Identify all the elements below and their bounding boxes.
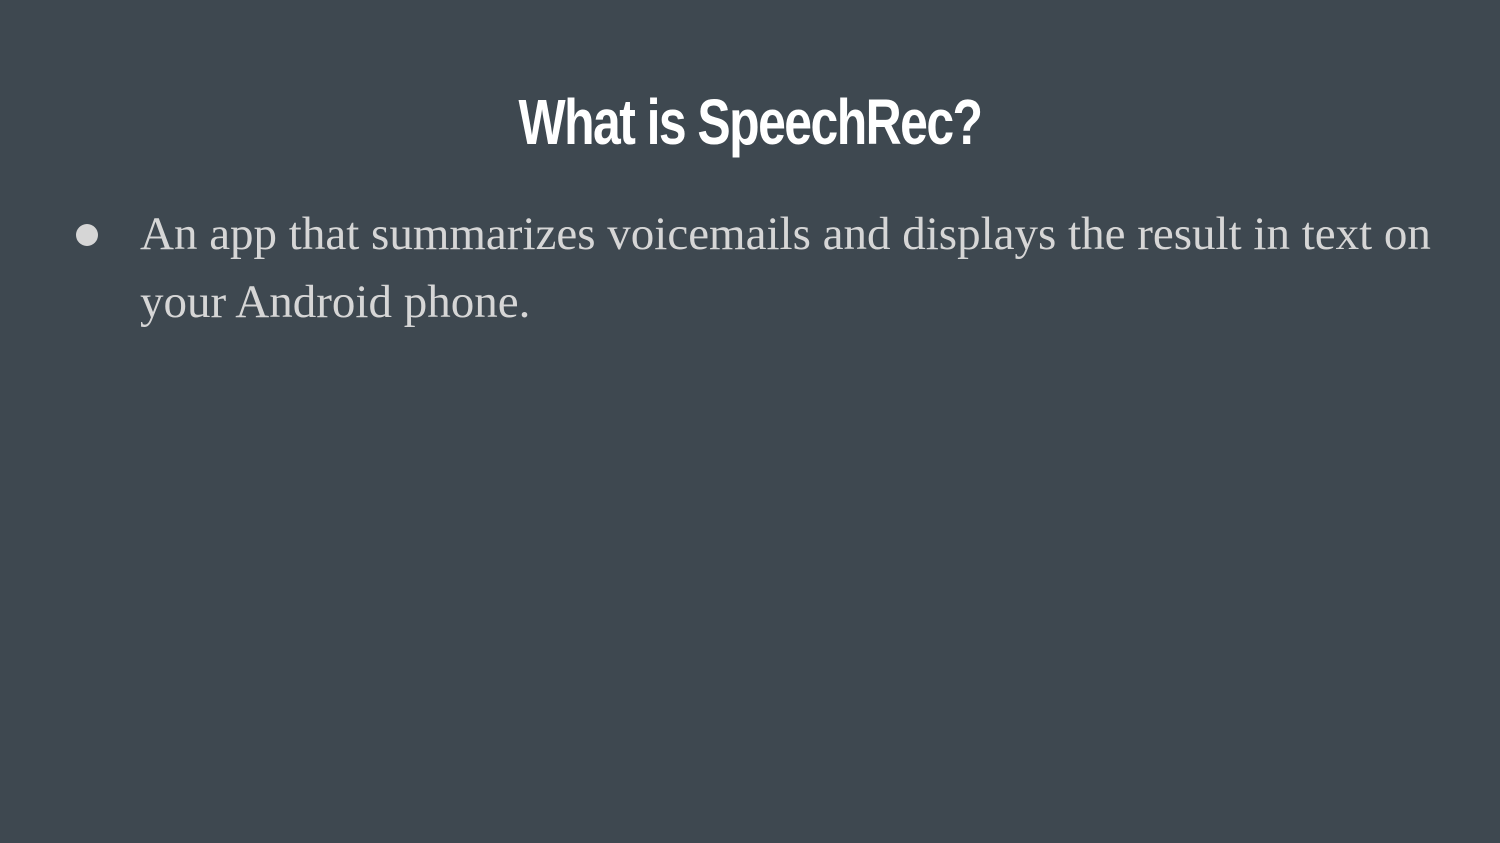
slide-title: What is SpeechRec? [518,86,983,158]
bullet-list: An app that summarizes voicemails and di… [0,200,1500,336]
slide: What is SpeechRec? An app that summarize… [0,0,1500,843]
bullet-dot-icon [76,224,98,246]
bullet-text: An app that summarizes voicemails and di… [140,208,1431,328]
bullet-item: An app that summarizes voicemails and di… [0,200,1500,336]
